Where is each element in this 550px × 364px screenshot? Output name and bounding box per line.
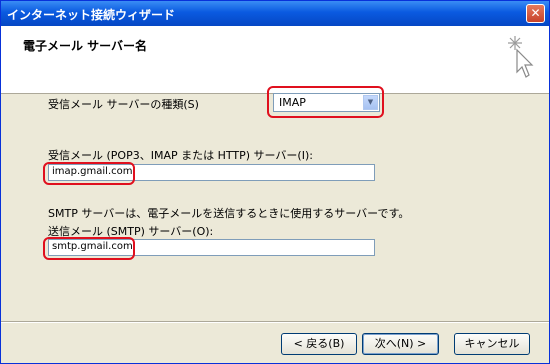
window-title: インターネット接続ウィザード [7, 8, 176, 22]
highlight-incoming-server [43, 162, 135, 185]
close-button[interactable]: ✕ [526, 4, 545, 23]
page-title: 電子メール サーバー名 [23, 39, 148, 53]
cancel-button[interactable]: キャンセル [454, 333, 530, 355]
next-button[interactable]: 次へ(N) > [362, 333, 439, 355]
incoming-server-label: 受信メール (POP3、IMAP または HTTP) サーバー(I): [48, 149, 313, 162]
close-icon: ✕ [530, 6, 541, 20]
wizard-window: インターネット接続ウィザード ✕ 電子メール サーバー名 受信メール サーバーの… [0, 0, 550, 364]
highlight-outgoing-server [43, 237, 135, 260]
wizard-cursor-icon [508, 36, 534, 78]
smtp-description: SMTP サーバーは、電子メールを送信するときに使用するサーバーです。 [48, 207, 410, 220]
button-separator [1, 321, 549, 323]
highlight-server-type [267, 86, 384, 118]
server-type-label: 受信メール サーバーの種類(S) [48, 98, 199, 111]
title-bar[interactable]: インターネット接続ウィザード ✕ [1, 1, 549, 26]
wizard-header: 電子メール サーバー名 [1, 26, 549, 94]
back-button[interactable]: < 戻る(B) [281, 333, 357, 355]
